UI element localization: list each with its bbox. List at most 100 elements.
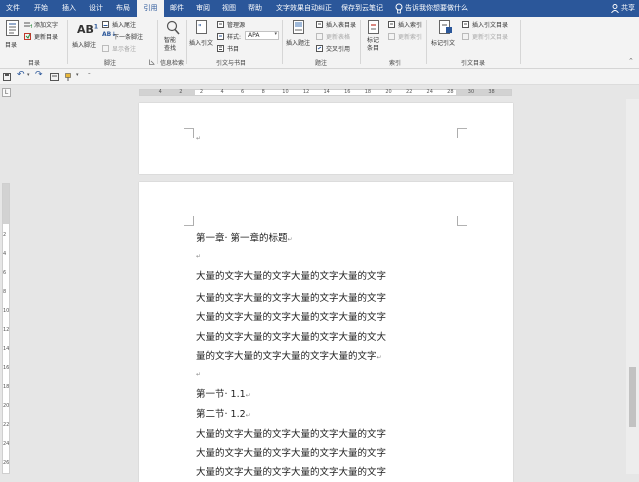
tab-design[interactable]: 设计 [85, 0, 107, 17]
tab-view[interactable]: 视图 [218, 0, 240, 17]
vruler-tick-label: 16 [3, 365, 10, 371]
insert-caption-label: 插入题注 [286, 40, 311, 47]
ruler-tick-label: 2 [179, 89, 183, 95]
smart-lookup-label: 智能查找 [164, 37, 177, 52]
empty-paragraph[interactable]: ↵ [196, 368, 201, 379]
vruler-tick-label: 18 [3, 384, 10, 390]
format-painter-icon[interactable] [65, 73, 74, 81]
toc-button[interactable]: 目录 [2, 20, 22, 54]
insert-toa-label: 插入引文目录 [472, 22, 509, 29]
tab-layout[interactable]: 布局 [112, 0, 134, 17]
collapse-ribbon-icon[interactable]: ⌃ [628, 57, 634, 65]
update-index-label: 更新索引 [398, 34, 423, 41]
group-label-footnotes: 脚注 [104, 60, 117, 67]
chapter-heading[interactable]: 第一章· 第一章的标题↵ [196, 230, 293, 244]
manage-sources-label: 管理源 [227, 22, 246, 29]
insert-caption-button[interactable]: 插入题注 [284, 20, 314, 56]
empty-paragraph[interactable]: ↵ [196, 250, 201, 261]
body-paragraph-line[interactable]: 大量的文字大量的文字大量的文字大量的文字 [196, 268, 386, 282]
quick-access-toolbar: ↶ ▾ ↷ ▾ ⁼ [0, 69, 639, 85]
group-separator [520, 20, 521, 64]
insert-index-label: 插入索引 [398, 22, 423, 29]
section-heading-2[interactable]: 第二节· 1.2↵ [196, 406, 251, 420]
vruler-tick-label: 12 [3, 327, 10, 333]
vertical-ruler[interactable]: 2 4 6 8 10 12 14 16 18 20 22 24 26 [0, 99, 12, 474]
ruler-tick-label: 22 [405, 89, 413, 95]
vruler-tick-label: 26 [3, 460, 10, 466]
chevron-down-icon: ▾ [274, 31, 277, 37]
insert-endnote-label: 插入尾注 [112, 22, 137, 29]
body-paragraph-line[interactable]: 大量的文字大量的文字大量的文字大量的文字 [196, 445, 386, 459]
tab-text-autocorrect[interactable]: 文字效果自动纠正 [275, 0, 333, 17]
ruler-tick-label: 14 [323, 89, 330, 95]
style-dropdown[interactable]: APA ▾ [245, 31, 279, 40]
share-button[interactable]: 共享 [610, 0, 638, 17]
ruler-tick-label: 4 [158, 89, 162, 95]
vruler-tick-label: 22 [3, 422, 10, 428]
print-preview-icon[interactable] [50, 73, 59, 81]
group-separator [360, 20, 361, 64]
tab-references[interactable]: 引用 [137, 0, 164, 17]
tell-me-box[interactable]: 告诉我你想要做什么 [393, 0, 473, 17]
mark-entry-icon [368, 20, 379, 34]
paragraph-mark: ↵ [245, 392, 251, 399]
crop-mark-icon [457, 128, 467, 138]
vruler-tick-label: 8 [3, 289, 7, 295]
undo-icon[interactable]: ↶ [17, 70, 25, 80]
ribbon-tab-bar: 文件 开始 插入 设计 布局 引用 邮件 审阅 视图 帮助 文字效果自动纠正 保… [0, 0, 639, 17]
vruler-tick-label: 6 [3, 270, 7, 276]
undo-dropdown-icon[interactable]: ▾ [27, 72, 30, 78]
tab-selector[interactable]: L [2, 88, 11, 97]
ruler-tick-label: 20 [385, 89, 392, 95]
dialog-launcher-icon[interactable] [149, 59, 155, 65]
group-separator [186, 20, 187, 64]
horizontal-ruler[interactable]: L 4 2 2 4 6 8 10 12 14 16 18 20 22 24 28 30 38 [0, 86, 639, 99]
vertical-scrollbar[interactable] [626, 99, 639, 474]
tab-help[interactable]: 帮助 [244, 0, 266, 17]
insert-index-icon [388, 21, 395, 28]
page-previous[interactable]: ↵ [139, 103, 513, 174]
body-paragraph-line[interactable]: 大量的文字大量的文字大量的文字大量的文字 [196, 464, 386, 478]
group-separator [157, 20, 158, 64]
tab-review[interactable]: 审阅 [192, 0, 214, 17]
ruler-tick-label: 18 [364, 89, 372, 95]
redo-icon[interactable]: ↷ [35, 70, 43, 80]
ruler-tick-label: 38 [488, 89, 495, 95]
mark-entry-button[interactable]: 标记条目 [364, 20, 386, 56]
group-separator [67, 20, 68, 64]
scrollbar-thumb[interactable] [629, 367, 636, 427]
body-paragraph-line[interactable]: 大量的文字大量的文字大量的文字大量的文大 [196, 329, 386, 343]
mark-citation-button[interactable]: 标记引文 [430, 20, 460, 56]
body-paragraph-line[interactable]: 大量的文字大量的文字大量的文字大量的文字 [196, 426, 386, 440]
update-toa-label: 更新引文目录 [472, 34, 509, 41]
tab-file[interactable]: 文件 [2, 0, 24, 17]
insert-footnote-button[interactable]: AB1 插入脚注 [72, 21, 102, 55]
smart-lookup-button[interactable]: 智能查找 [162, 20, 184, 56]
body-paragraph-last[interactable]: 量的文字大量的文字大量的文字大量的文字↵ [196, 348, 382, 362]
tab-insert[interactable]: 插入 [58, 0, 80, 17]
chapter-heading-text: 第一章· 第一章的标题 [196, 233, 288, 244]
body-paragraph-line[interactable]: 大量的文字大量的文字大量的文字大量的文字 [196, 290, 386, 304]
body-paragraph-line[interactable]: 大量的文字大量的文字大量的文字大量的文字 [196, 309, 386, 323]
customize-qat-icon[interactable]: ⁼ [88, 72, 91, 78]
tab-save-cloud-notes[interactable]: 保存到云笔记 [340, 0, 384, 17]
lightbulb-icon [395, 3, 403, 14]
endnote-icon [102, 21, 109, 28]
show-notes-icon [102, 45, 109, 52]
save-icon[interactable] [3, 73, 11, 81]
tab-mailings[interactable]: 邮件 [166, 0, 188, 17]
crop-mark-icon [184, 216, 194, 226]
insert-citation-button[interactable]: " 插入引文 [189, 20, 217, 56]
insert-caption-icon [293, 20, 304, 34]
toc-label: 目录 [5, 42, 18, 49]
format-painter-dropdown-icon[interactable]: ▾ [76, 72, 79, 78]
footnote-icon: AB1 [77, 23, 99, 36]
vruler-tick-label: 20 [3, 403, 10, 409]
section-heading-1[interactable]: 第一节· 1.1↵ [196, 386, 251, 400]
vruler-tick-label: 24 [3, 441, 10, 447]
group-label-captions: 题注 [315, 60, 328, 67]
share-label: 共享 [621, 4, 635, 12]
update-table-icon [316, 33, 323, 40]
insert-toa-icon [462, 21, 469, 28]
tab-home[interactable]: 开始 [30, 0, 52, 17]
